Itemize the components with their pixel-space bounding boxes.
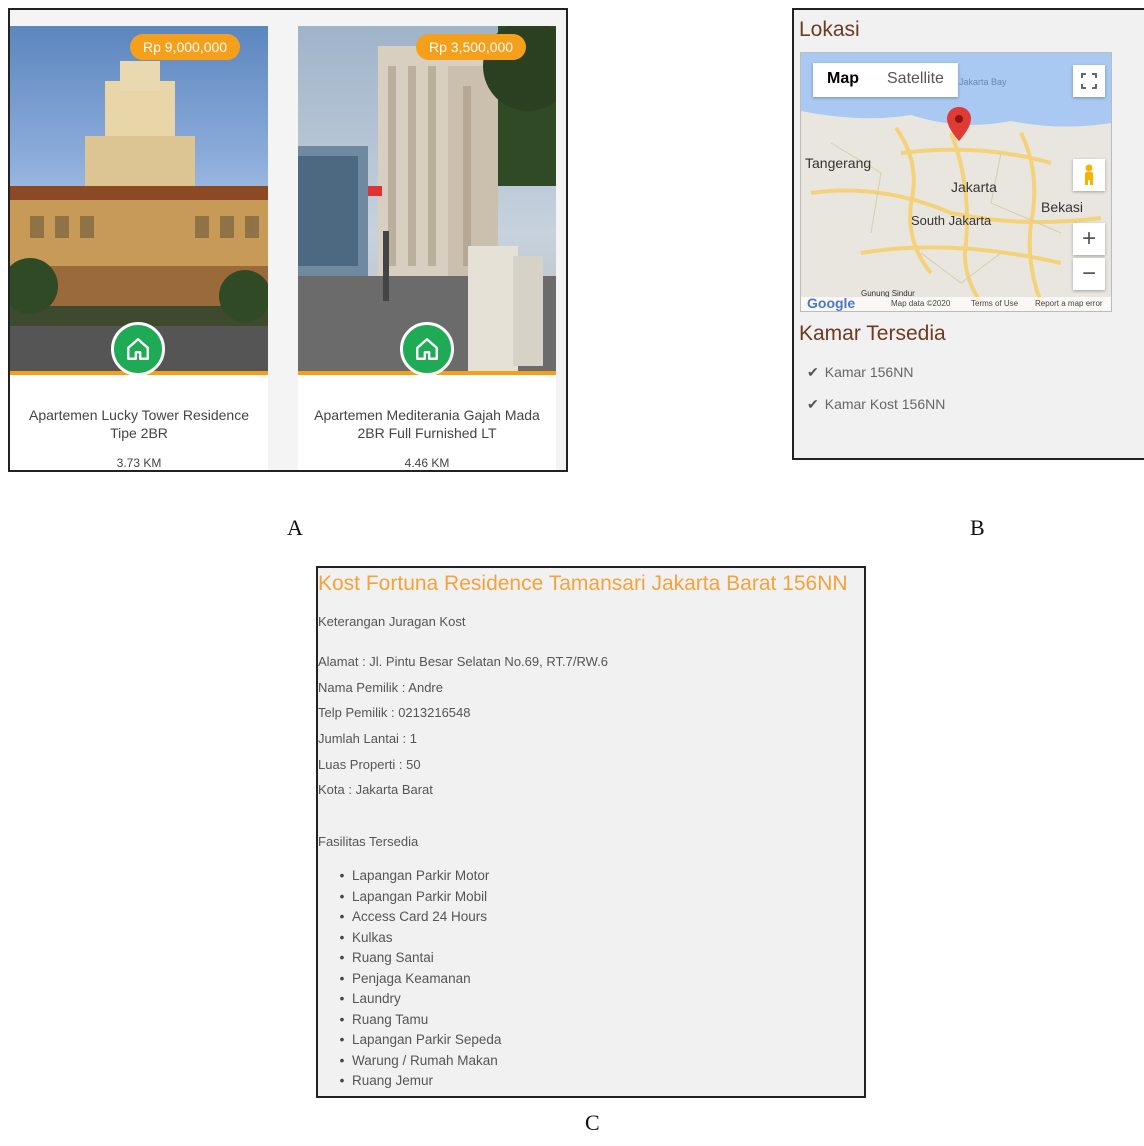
listing-distance: 3.73 KM: [116, 456, 162, 470]
list-item: Warung / Rumah Makan: [332, 1051, 501, 1072]
price-badge: Rp 3,500,000: [416, 34, 527, 60]
caption-b: B: [970, 515, 985, 540]
list-item: Ruang Santai: [332, 948, 501, 969]
caption-a: A: [287, 515, 303, 540]
tab-map[interactable]: Map: [813, 63, 873, 97]
tab-satellite[interactable]: Satellite: [873, 63, 958, 97]
list-item: Penjaga Keamanan: [332, 969, 501, 990]
map-label-tangerang: Tangerang: [805, 155, 872, 171]
map-widget[interactable]: Map Satellite Jakarta Bay Tangerang Jaka…: [800, 52, 1112, 312]
panel-a-listing-cards: Rp 9,000,000 Apartemen Lucky Tower Resid…: [8, 8, 568, 472]
street-view-pegman-icon[interactable]: [1073, 159, 1105, 191]
section-title-rooms: Kamar Tersedia: [799, 322, 946, 345]
home-icon[interactable]: [400, 322, 454, 376]
detail-area: Luas Properti : 50: [318, 757, 421, 772]
listing-card[interactable]: Rp 3,500,000 Apartemen Mediterania Gajah…: [298, 26, 556, 470]
list-item: Laundry: [332, 989, 501, 1010]
home-icon[interactable]: [111, 322, 165, 376]
listing-title[interactable]: Apartemen Mediterania Gajah Mada 2BR Ful…: [308, 406, 546, 442]
listing-distance: 4.46 KM: [404, 456, 450, 470]
room-item[interactable]: ✔ Kamar Kost 156NN: [807, 396, 945, 413]
list-item: Kulkas: [332, 928, 501, 949]
listing-card[interactable]: Rp 9,000,000 Apartemen Lucky Tower Resid…: [10, 26, 268, 470]
terms-link[interactable]: Terms of Use: [971, 299, 1018, 308]
detail-address: Alamat : Jl. Pintu Besar Selatan No.69, …: [318, 654, 608, 669]
room-item[interactable]: ✔ Kamar 156NN: [807, 364, 913, 381]
detail-city: Kota : Jakarta Barat: [318, 782, 433, 797]
property-title: Kost Fortuna Residence Tamansari Jakarta…: [318, 572, 848, 595]
owner-section-heading: Keterangan Juragan Kost: [318, 614, 466, 629]
facilities-list: Lapangan Parkir Motor Lapangan Parkir Mo…: [332, 866, 501, 1092]
panel-b-location: Lokasi Map Satellite Jakarta Bay Tangera…: [792, 8, 1144, 460]
zoom-out-button[interactable]: −: [1073, 258, 1105, 290]
map-data-text: Map data ©2020: [891, 299, 951, 308]
list-item: Lapangan Parkir Sepeda: [332, 1030, 501, 1051]
caption-c: C: [585, 1110, 600, 1135]
check-icon: ✔: [807, 396, 819, 412]
detail-floors: Jumlah Lantai : 1: [318, 731, 418, 746]
zoom-in-button[interactable]: +: [1073, 223, 1105, 255]
list-item: Ruang Jemur: [332, 1071, 501, 1092]
google-logo: Google: [807, 295, 856, 311]
section-title-location: Lokasi: [799, 18, 860, 41]
map-label-bekasi: Bekasi: [1041, 199, 1084, 215]
price-badge: Rp 9,000,000: [130, 34, 241, 60]
list-item: Access Card 24 Hours: [332, 907, 501, 928]
map-pin-icon[interactable]: [947, 107, 971, 145]
map-label-bay: Jakarta Bay: [959, 77, 1007, 87]
list-item: Lapangan Parkir Mobil: [332, 887, 501, 908]
map-label-jakarta: Jakarta: [951, 179, 997, 195]
list-item: Lapangan Parkir Motor: [332, 866, 501, 887]
map-attribution: Google Map data ©2020 Terms of Use Repor…: [801, 295, 1111, 311]
fullscreen-icon[interactable]: [1073, 65, 1105, 97]
room-label: Kamar 156NN: [824, 364, 914, 380]
listing-title[interactable]: Apartemen Lucky Tower Residence Tipe 2BR: [20, 406, 258, 442]
check-icon: ✔: [807, 364, 819, 380]
facilities-heading: Fasilitas Tersedia: [318, 834, 419, 849]
list-item: Ruang Tamu: [332, 1010, 501, 1031]
report-map-error-link[interactable]: Report a map error: [1035, 299, 1103, 308]
detail-owner-phone: Telp Pemilik : 0213216548: [318, 705, 471, 720]
panel-c-property-detail: Kost Fortuna Residence Tamansari Jakarta…: [316, 566, 866, 1098]
detail-owner-name: Nama Pemilik : Andre: [318, 680, 443, 695]
map-type-toggle[interactable]: Map Satellite: [813, 63, 958, 97]
room-label: Kamar Kost 156NN: [824, 396, 946, 412]
map-label-south-jakarta: South Jakarta: [911, 213, 992, 228]
